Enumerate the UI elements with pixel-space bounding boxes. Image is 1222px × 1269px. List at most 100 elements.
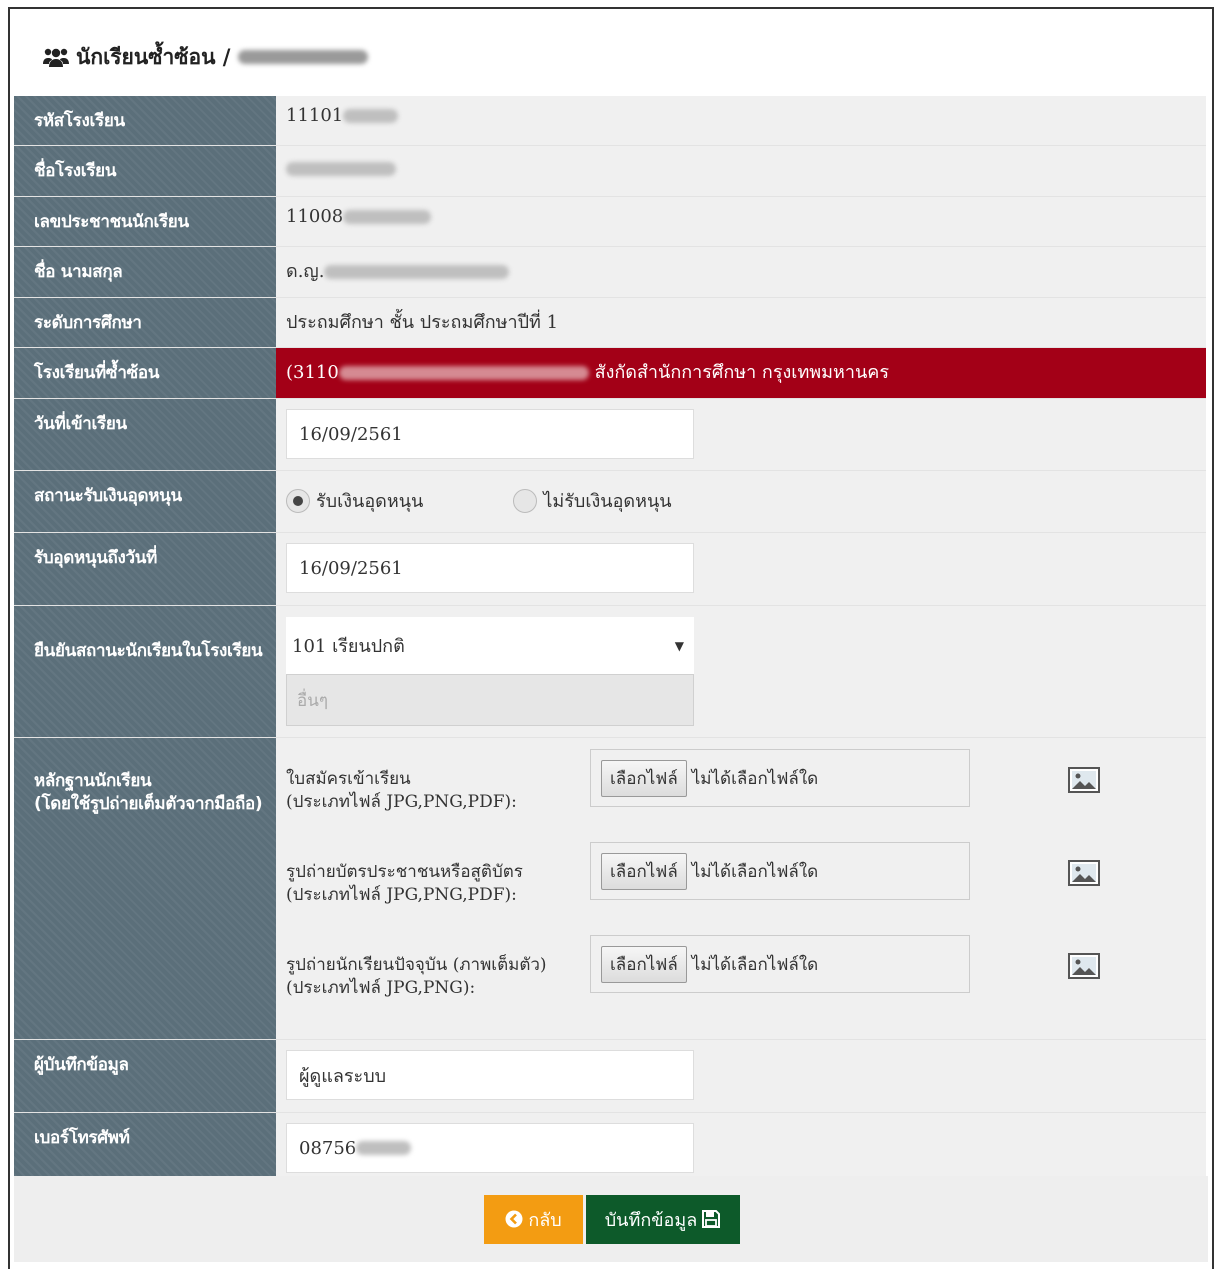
row-duplicate-school: โรงเรียนที่ซ้ำซ้อน (3110 สังกัดสำนักการศ… bbox=[14, 348, 1206, 399]
file-upload-student-photo: รูปถ่ายนักเรียนปัจจุบัน (ภาพเต็มตัว) (ปร… bbox=[286, 934, 1206, 1027]
full-name-text: ด.ญ. bbox=[286, 261, 325, 282]
row-subsidy-date: รับอุดหนุนถึงวันที่ 16/09/2561 bbox=[14, 533, 1206, 606]
evidence-label-line2: (โดยใช้รูปถ่ายเต็มตัวจากมือถือ) bbox=[34, 793, 263, 814]
page-title: นักเรียนซ้ำซ้อน / bbox=[76, 43, 231, 69]
duplicate-school-suffix: สังกัดสำนักการศึกษา กรุงเทพมหานคร bbox=[594, 362, 890, 383]
row-school-name: ชื่อโรงเรียน bbox=[14, 146, 1206, 197]
choose-file-button[interactable]: เลือกไฟล์ bbox=[601, 945, 687, 983]
row-phone: เบอร์โทรศัพท์ 08756 bbox=[14, 1113, 1206, 1184]
row-citizen-id: เลขประชาชนนักเรียน 11008 bbox=[14, 197, 1206, 247]
file-input[interactable]: เลือกไฟล์ ไม่ได้เลือกไฟล์ใด bbox=[590, 842, 970, 900]
radio-unchecked-icon[interactable] bbox=[513, 488, 538, 513]
save-button[interactable]: บันทึกข้อมูล bbox=[586, 1194, 740, 1244]
file-label-line2: (ประเภทไฟล์ JPG,PNG,PDF): bbox=[286, 791, 517, 812]
file-status: ไม่ได้เลือกไฟล์ใด bbox=[691, 768, 819, 789]
file-label: รูปถ่ายบัตรประชาชนหรือสูติบัตร (ประเภทไฟ… bbox=[286, 841, 590, 907]
file-status: ไม่ได้เลือกไฟล์ใด bbox=[691, 861, 819, 882]
other-status-input[interactable]: อื่นๆ bbox=[286, 674, 694, 726]
users-icon bbox=[42, 46, 70, 68]
row-school-code: รหัสโรงเรียน 11101 bbox=[14, 96, 1206, 146]
phone-input[interactable]: 08756 bbox=[286, 1123, 694, 1173]
blurred-text bbox=[343, 109, 399, 123]
other-status-placeholder: อื่นๆ bbox=[297, 690, 328, 711]
label-full-name: ชื่อ นามสกุล bbox=[14, 247, 276, 297]
label-phone: เบอร์โทรศัพท์ bbox=[14, 1113, 276, 1184]
blurred-text bbox=[343, 210, 432, 224]
file-input[interactable]: เลือกไฟล์ ไม่ได้เลือกไฟล์ใด bbox=[590, 749, 970, 807]
save-button-label: บันทึกข้อมูล bbox=[604, 1209, 698, 1231]
enroll-date-input[interactable]: 16/09/2561 bbox=[286, 409, 694, 459]
radio-label: ไม่รับเงินอุดหนุน bbox=[543, 491, 672, 512]
row-confirm-status: ยืนยันสถานะนักเรียนในโรงเรียน 101 เรียนป… bbox=[14, 606, 1206, 738]
label-school-code: รหัสโรงเรียน bbox=[14, 96, 276, 145]
form-actions: กลับ บันทึกข้อมูล bbox=[14, 1176, 1208, 1262]
value-school-name bbox=[276, 146, 1206, 196]
blurred-text bbox=[338, 366, 589, 380]
value-duplicate-school: (3110 สังกัดสำนักการศึกษา กรุงเทพมหานคร bbox=[276, 348, 1206, 398]
radio-subsidy-no[interactable]: ไม่รับเงินอุดหนุน bbox=[513, 486, 672, 515]
file-status: ไม่ได้เลือกไฟล์ใด bbox=[691, 954, 819, 975]
page-header: นักเรียนซ้ำซ้อน / bbox=[10, 9, 1212, 105]
subsidy-radio-group: รับเงินอุดหนุน ไม่รับเงินอุดหนุน bbox=[286, 480, 1206, 515]
blurred-text bbox=[324, 265, 510, 279]
label-duplicate-school: โรงเรียนที่ซ้ำซ้อน bbox=[14, 348, 276, 398]
value-enroll-date: 16/09/2561 bbox=[276, 399, 1206, 470]
image-icon[interactable] bbox=[1068, 860, 1100, 886]
file-label: ใบสมัครเข้าเรียน (ประเภทไฟล์ JPG,PNG,PDF… bbox=[286, 748, 590, 814]
file-label-line2: (ประเภทไฟล์ JPG,PNG,PDF): bbox=[286, 884, 517, 905]
subsidy-date-input[interactable]: 16/09/2561 bbox=[286, 543, 694, 593]
recorder-input[interactable]: ผู้ดูแลระบบ bbox=[286, 1050, 694, 1100]
radio-label: รับเงินอุดหนุน bbox=[316, 491, 424, 512]
row-enroll-date: วันที่เข้าเรียน 16/09/2561 bbox=[14, 399, 1206, 471]
value-full-name: ด.ญ. bbox=[276, 247, 1206, 297]
file-label-line1: รูปถ่ายบัตรประชาชนหรือสูติบัตร bbox=[286, 862, 523, 882]
value-subsidy-status: รับเงินอุดหนุน ไม่รับเงินอุดหนุน bbox=[276, 471, 1206, 532]
value-phone: 08756 bbox=[276, 1113, 1206, 1184]
row-recorder: ผู้บันทึกข้อมูล ผู้ดูแลระบบ bbox=[14, 1040, 1206, 1113]
blurred-text bbox=[286, 162, 396, 176]
duplicate-school-prefix: (3110 bbox=[286, 362, 339, 383]
label-evidence: หลักฐานนักเรียน (โดยใช้รูปถ่ายเต็มตัวจาก… bbox=[14, 738, 276, 1039]
label-recorder: ผู้บันทึกข้อมูล bbox=[14, 1040, 276, 1112]
student-form: รหัสโรงเรียน 11101 ชื่อโรงเรียน เลขประชา… bbox=[14, 96, 1206, 1184]
back-button-label: กลับ bbox=[528, 1209, 562, 1231]
value-confirm-status: 101 เรียนปกติ ▼ อื่นๆ bbox=[276, 606, 1206, 737]
label-confirm-status: ยืนยันสถานะนักเรียนในโรงเรียน bbox=[14, 606, 276, 737]
file-upload-id-card: รูปถ่ายบัตรประชาชนหรือสูติบัตร (ประเภทไฟ… bbox=[286, 841, 1206, 934]
label-school-name: ชื่อโรงเรียน bbox=[14, 146, 276, 196]
phone-text: 08756 bbox=[299, 1137, 357, 1159]
label-level: ระดับการศึกษา bbox=[14, 298, 276, 347]
row-evidence: หลักฐานนักเรียน (โดยใช้รูปถ่ายเต็มตัวจาก… bbox=[14, 738, 1206, 1040]
status-select[interactable]: 101 เรียนปกติ ▼ bbox=[286, 617, 694, 674]
label-subsidy-status: สถานะรับเงินอุดหนุน bbox=[14, 471, 276, 532]
label-citizen-id: เลขประชาชนนักเรียน bbox=[14, 197, 276, 246]
floppy-disk-icon bbox=[701, 1209, 721, 1229]
value-recorder: ผู้ดูแลระบบ bbox=[276, 1040, 1206, 1112]
blurred-text bbox=[356, 1141, 412, 1155]
citizen-id-text: 11008 bbox=[286, 206, 344, 227]
label-enroll-date: วันที่เข้าเรียน bbox=[14, 399, 276, 470]
choose-file-button[interactable]: เลือกไฟล์ bbox=[601, 852, 687, 890]
caret-down-icon: ▼ bbox=[674, 638, 684, 653]
back-button[interactable]: กลับ bbox=[484, 1194, 583, 1244]
radio-subsidy-yes[interactable]: รับเงินอุดหนุน bbox=[286, 486, 423, 515]
file-label-line2: (ประเภทไฟล์ JPG,PNG): bbox=[286, 977, 476, 998]
file-label: รูปถ่ายนักเรียนปัจจุบัน (ภาพเต็มตัว) (ปร… bbox=[286, 934, 590, 1000]
file-input[interactable]: เลือกไฟล์ ไม่ได้เลือกไฟล์ใด bbox=[590, 935, 970, 993]
chevron-left-circle-icon bbox=[505, 1210, 523, 1228]
choose-file-button[interactable]: เลือกไฟล์ bbox=[601, 759, 687, 797]
file-upload-application: ใบสมัครเข้าเรียน (ประเภทไฟล์ JPG,PNG,PDF… bbox=[286, 748, 1206, 841]
value-subsidy-date: 16/09/2561 bbox=[276, 533, 1206, 605]
label-subsidy-date: รับอุดหนุนถึงวันที่ bbox=[14, 533, 276, 605]
value-level: ประถมศึกษา ชั้น ประถมศึกษาปีที่ 1 bbox=[276, 298, 1206, 347]
image-icon[interactable] bbox=[1068, 767, 1100, 793]
value-school-code: 11101 bbox=[276, 96, 1206, 145]
blurred-school-name bbox=[238, 50, 369, 64]
image-icon[interactable] bbox=[1068, 953, 1100, 979]
school-code-text: 11101 bbox=[286, 105, 344, 126]
row-level: ระดับการศึกษา ประถมศึกษา ชั้น ประถมศึกษา… bbox=[14, 298, 1206, 348]
file-label-line1: ใบสมัครเข้าเรียน bbox=[286, 769, 411, 789]
radio-checked-icon[interactable] bbox=[286, 488, 310, 513]
row-full-name: ชื่อ นามสกุล ด.ญ. bbox=[14, 247, 1206, 298]
file-label-line1: รูปถ่ายนักเรียนปัจจุบัน (ภาพเต็มตัว) bbox=[286, 955, 547, 975]
